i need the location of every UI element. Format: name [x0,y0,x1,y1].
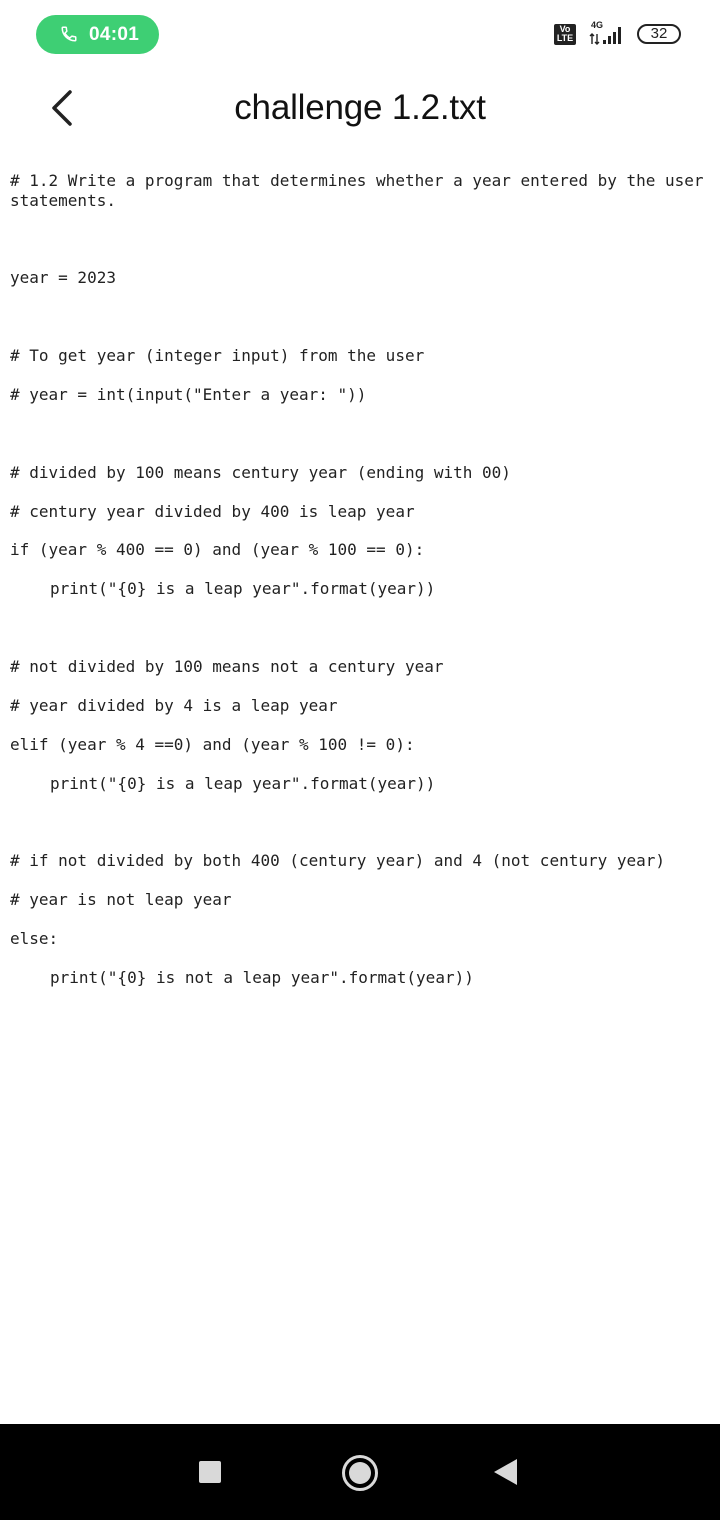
signal-strength-icon [589,27,621,45]
code-line: # divided by 100 means century year (end… [10,463,511,482]
code-line: print("{0} is not a leap year".format(ye… [50,968,474,987]
code-line: if (year % 400 == 0) and (year % 100 == … [10,540,425,559]
code-line: # To get year (integer input) from the u… [10,346,425,365]
home-circle-icon[interactable] [342,1455,378,1491]
code-line: print("{0} is a leap year".format(year)) [50,774,436,793]
volte-icon: Vo LTE [554,24,576,45]
call-timer: 04:01 [89,24,140,45]
system-nav-bar [0,1424,720,1520]
code-line: # century year divided by 400 is leap ye… [10,502,415,521]
code-line: elif (year % 4 ==0) and (year % 100 != 0… [10,735,415,754]
recents-square-icon[interactable] [199,1461,221,1483]
battery-level: 32 [650,25,668,42]
code-line: # not divided by 100 means not a century… [10,657,444,676]
code-line: print("{0} is a leap year".format(year)) [50,579,436,598]
ongoing-call-pill[interactable]: 04:01 [36,15,159,54]
code-line: # year is not leap year [10,890,232,909]
back-triangle-icon[interactable] [494,1459,517,1485]
code-line: statements. [10,191,116,210]
file-title: challenge 1.2.txt [234,88,486,127]
screen: 04:01 Vo LTE 4G 32 challenge 1.2.txt # 1… [0,0,720,1520]
code-line: else: [10,929,59,948]
volte-label-bottom: LTE [556,33,574,43]
code-line: # year = int(input("Enter a year: ")) [10,385,367,404]
code-line: # if not divided by both 400 (century ye… [10,851,666,870]
code-line: year = 2023 [10,268,116,287]
code-line: # 1.2 Write a program that determines wh… [10,171,704,190]
phone-icon [61,26,77,42]
battery-icon: 32 [637,24,681,44]
code-line: # year divided by 4 is a leap year [10,696,338,715]
